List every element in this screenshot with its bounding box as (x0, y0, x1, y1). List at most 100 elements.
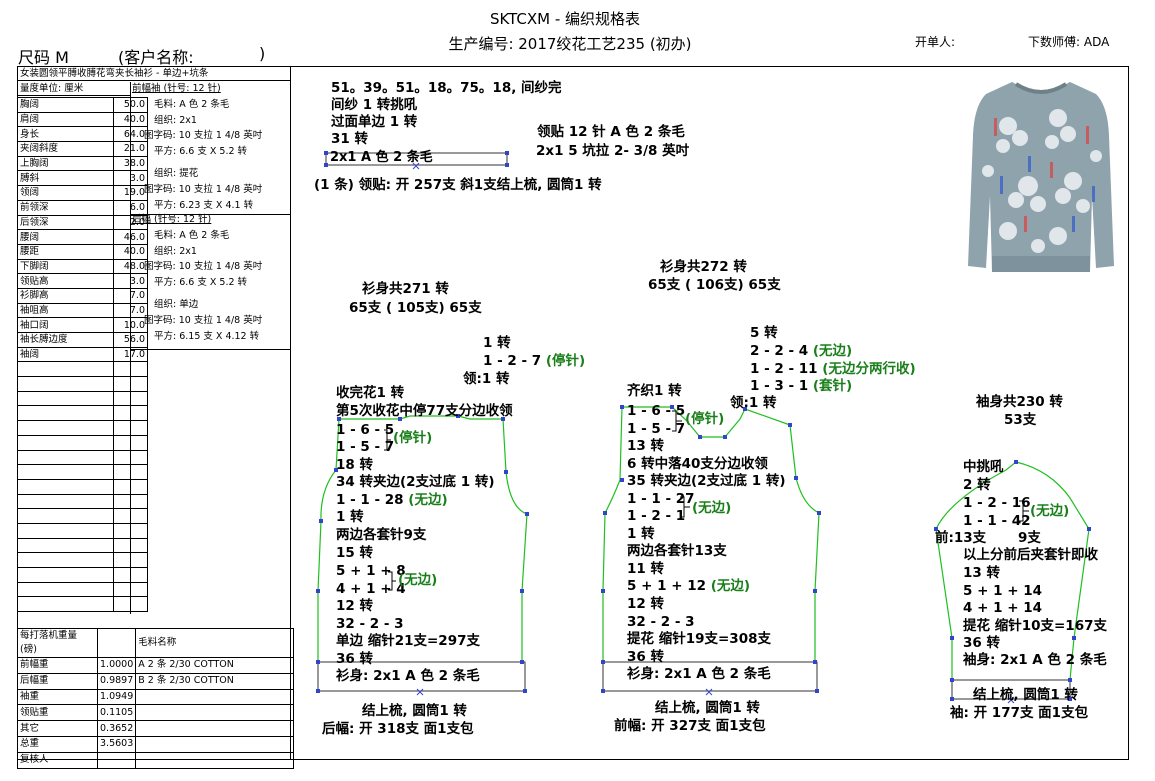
sleeve-line: 9支 (1018, 530, 1041, 546)
front-line: 32 - 2 - 3 (627, 614, 695, 630)
outline-node (324, 151, 328, 155)
sleeve-total-stitches: 53支 (1004, 412, 1037, 428)
sleeve-line: 以上分前后夹套针即收 (963, 547, 1098, 563)
sleeve-line: 提花 缩针10支=167支 (963, 618, 1107, 634)
sleeve-note-green: (无边) (1030, 503, 1070, 519)
outline-node (723, 435, 727, 439)
outline-node (525, 512, 529, 516)
front-note-green: (无边) (692, 500, 732, 516)
outline-node (601, 660, 605, 664)
front-total: 衫身共272 转 (660, 259, 747, 275)
back-line: 34 转夹边(2支过底 1 转) (336, 474, 495, 490)
sleeve-total: 袖身共230 转 (976, 394, 1063, 410)
back-line: 12 转 (336, 598, 373, 614)
sleeve-bottom-2: 袖: 开 177支 面1支包 (950, 705, 1089, 721)
back-line: 1 - 1 - 28 (无边) (336, 492, 448, 508)
sleeve-line: 5 + 1 + 14 (963, 583, 1042, 599)
front-note-green: (停针) (685, 411, 725, 427)
front-bottom-2: 前幅: 开 327支 面1支包 (614, 718, 766, 734)
outline-node (817, 511, 821, 515)
outline-node (815, 689, 819, 693)
outline-node (788, 423, 792, 427)
front-line: 36 转 (627, 649, 664, 665)
back-top-3: 领:1 转 (463, 371, 510, 387)
outline-node (523, 689, 527, 693)
sleeve-line: 1 - 2 - 16 (963, 495, 1031, 511)
outline-node (319, 519, 323, 523)
back-line: 15 转 (336, 545, 373, 561)
back-line: 5 + 1 + 8 (336, 563, 406, 579)
front-line: 1 - 5 - 7 (627, 421, 686, 437)
outline-node (505, 163, 509, 167)
back-line: 收完花1 转 (336, 385, 405, 401)
front-bottom-1: 结上梳, 圆筒1 转 (655, 700, 760, 716)
outline-node (1087, 527, 1091, 531)
back-note-green: (无边) (398, 572, 438, 588)
front-top-1: 5 转 (750, 325, 778, 341)
sleeve-line: 4 + 1 + 14 (963, 600, 1042, 616)
collar-line-1: 51。39。51。18。75。18, 间纱完 (331, 80, 562, 96)
sleeve-line: 2 转 (963, 477, 991, 493)
sleeve-line: 1 - 1 - 42 (963, 513, 1031, 529)
front-top-5: 领:1 转 (730, 395, 777, 411)
back-line: 32 - 2 - 3 (336, 616, 404, 632)
back-total-stitches: 65支 ( 105支) 65支 (349, 300, 482, 316)
outline-node (813, 660, 817, 664)
front-line: 齐织1 转 (627, 383, 682, 399)
back-line: 1 - 6 - 5 (336, 422, 395, 438)
outline-node (316, 660, 320, 664)
outline-node (813, 589, 817, 593)
front-line: 6 转中落40支分边收领 (627, 456, 768, 472)
outline-node (950, 697, 954, 701)
collar-trim-2: 2x1 5 坑拉 2- 3/8 英吋 (536, 143, 690, 159)
back-line: 1 转 (336, 509, 364, 525)
sleeve-line: 36 转 (963, 635, 1000, 651)
back-line: 4 + 1 + 4 (336, 581, 406, 597)
front-line: 5 + 1 + 12 (无边) (627, 578, 751, 594)
outline-node (698, 435, 702, 439)
back-bottom-1: 结上梳, 圆筒1 转 (362, 703, 467, 719)
sleeve-line: 前:13支 (935, 530, 987, 546)
outline-node (316, 689, 320, 693)
sleeve-bottom-1: 结上梳, 圆筒1 转 (973, 687, 1078, 703)
collar-open-note: (1 条) 领贴: 开 257支 斜1支结上梳, 圆筒1 转 (314, 177, 602, 193)
front-line: 1 - 1 - 27 (627, 491, 695, 507)
back-line: 1 - 5 - 7 (336, 439, 395, 455)
back-note-green: (停针) (393, 430, 433, 446)
collar-trim-1: 领贴 12 针 A 色 2 条毛 (537, 124, 685, 140)
outline-node (316, 589, 320, 593)
collar-line-2: 间纱 1 转挑吼 (331, 97, 418, 113)
outline-node (950, 636, 954, 640)
front-line: 1 转 (627, 526, 655, 542)
back-line: 第5次收花中停77支分边收领 (336, 403, 513, 419)
front-line: 12 转 (627, 596, 664, 612)
collar-rib-label: 2x1 A 色 2 条毛 (330, 150, 433, 165)
front-top-2: 2 - 2 - 4 (无边) (750, 343, 853, 359)
front-line: 1 - 6 - 5 (627, 403, 686, 419)
outline-node (601, 589, 605, 593)
front-line: 35 转夹边(2支过底 1 转) (627, 473, 786, 489)
front-top-4: 1 - 3 - 1 (套针) (750, 378, 853, 394)
back-line: 18 转 (336, 457, 373, 473)
collar-line-4: 31 转 (331, 131, 368, 147)
back-top-2: 1 - 2 - 7 (停针) (483, 353, 586, 369)
outline-node (520, 660, 524, 664)
outline-node (520, 589, 524, 593)
front-line: 提花 缩针19支=308支 (627, 631, 771, 647)
front-line: 13 转 (627, 438, 664, 454)
back-top-1: 1 转 (483, 335, 511, 351)
front-top-3: 1 - 2 - 11 (无边分两行收) (750, 361, 916, 377)
sleeve-line: 中挑吼 (963, 459, 1004, 475)
back-bottom-2: 后幅: 开 318支 面1支包 (322, 721, 474, 737)
outline-node (603, 511, 607, 515)
outline-node (950, 678, 954, 682)
outline-node (505, 151, 509, 155)
outline-node (794, 476, 798, 480)
front-line: 11 转 (627, 561, 664, 577)
sweater-photo (968, 82, 1114, 272)
outline-node (504, 470, 508, 474)
sleeve-line: 13 转 (963, 565, 1000, 581)
front-rib-label: 衫身: 2x1 A 色 2 条毛 (627, 666, 771, 682)
outline-node (1072, 636, 1076, 640)
front-line: 两边各套针13支 (627, 543, 727, 559)
